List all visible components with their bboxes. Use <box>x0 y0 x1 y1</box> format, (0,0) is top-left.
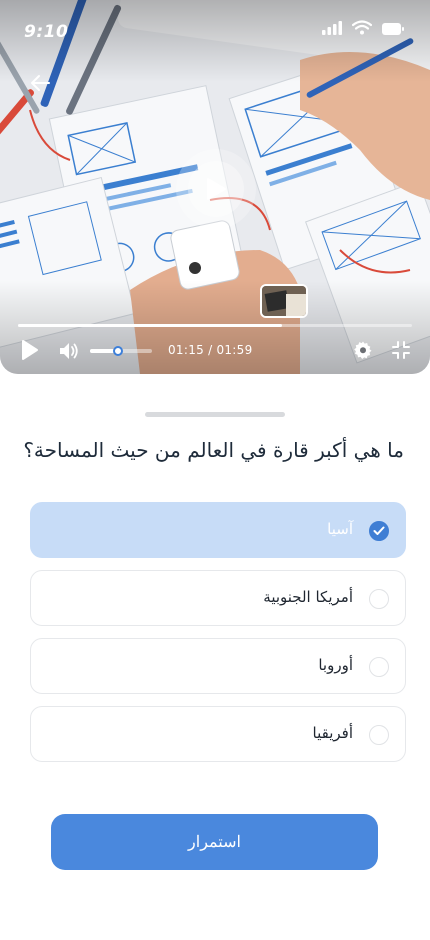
radio-icon <box>369 657 389 677</box>
status-time: 9:10 <box>24 22 69 42</box>
answer-options: آسيا أمريكا الجنوبية أوروبا أفريقيا <box>30 502 406 774</box>
answer-option[interactable]: أمريكا الجنوبية <box>30 570 406 626</box>
answer-option[interactable]: أوروبا <box>30 638 406 694</box>
video-progress-bar[interactable] <box>18 324 412 327</box>
answer-option-label: أمريكا الجنوبية <box>263 588 353 606</box>
answer-option-label: أوروبا <box>318 656 353 674</box>
battery-icon <box>382 20 404 39</box>
settings-button[interactable] <box>353 340 373 364</box>
play-button[interactable] <box>20 338 40 366</box>
scrub-preview-thumbnail <box>260 284 308 318</box>
time-readout: 01:15 / 01:59 <box>168 343 253 357</box>
exit-fullscreen-button[interactable] <box>391 340 411 364</box>
video-progress-fill <box>18 324 282 327</box>
answer-option[interactable]: أفريقيا <box>30 706 406 762</box>
volume-button[interactable] <box>58 339 80 367</box>
settings-icon <box>354 341 372 359</box>
total-time: 01:59 <box>216 343 253 357</box>
volume-slider[interactable] <box>90 346 152 356</box>
radio-icon <box>369 725 389 745</box>
radio-checked-icon <box>369 521 389 541</box>
exit-fullscreen-icon <box>392 341 410 359</box>
play-icon <box>22 340 38 360</box>
center-play-button[interactable] <box>176 149 256 229</box>
sheet-drag-handle[interactable] <box>145 412 285 417</box>
answer-option-label: أفريقيا <box>312 724 353 742</box>
back-button[interactable] <box>28 70 54 96</box>
arrow-left-icon <box>31 75 50 91</box>
radio-icon <box>369 589 389 609</box>
video-player[interactable]: 9:10 01:15 / 01:59 <box>0 0 430 374</box>
signal-icon <box>322 20 342 39</box>
time-separator: / <box>208 343 213 357</box>
answer-option-label: آسيا <box>327 520 353 538</box>
video-controls: 01:15 / 01:59 <box>0 338 430 364</box>
continue-button[interactable]: استمرار <box>51 814 378 870</box>
play-icon <box>207 178 226 200</box>
wifi-icon <box>351 20 373 39</box>
volume-slider-knob[interactable] <box>112 346 123 356</box>
question-text: ما هي أكبر قارة في العالم من حيث المساحة… <box>23 438 404 462</box>
current-time: 01:15 <box>168 343 205 357</box>
status-icons <box>322 20 404 39</box>
answer-option[interactable]: آسيا <box>30 502 406 558</box>
volume-icon <box>60 343 78 359</box>
